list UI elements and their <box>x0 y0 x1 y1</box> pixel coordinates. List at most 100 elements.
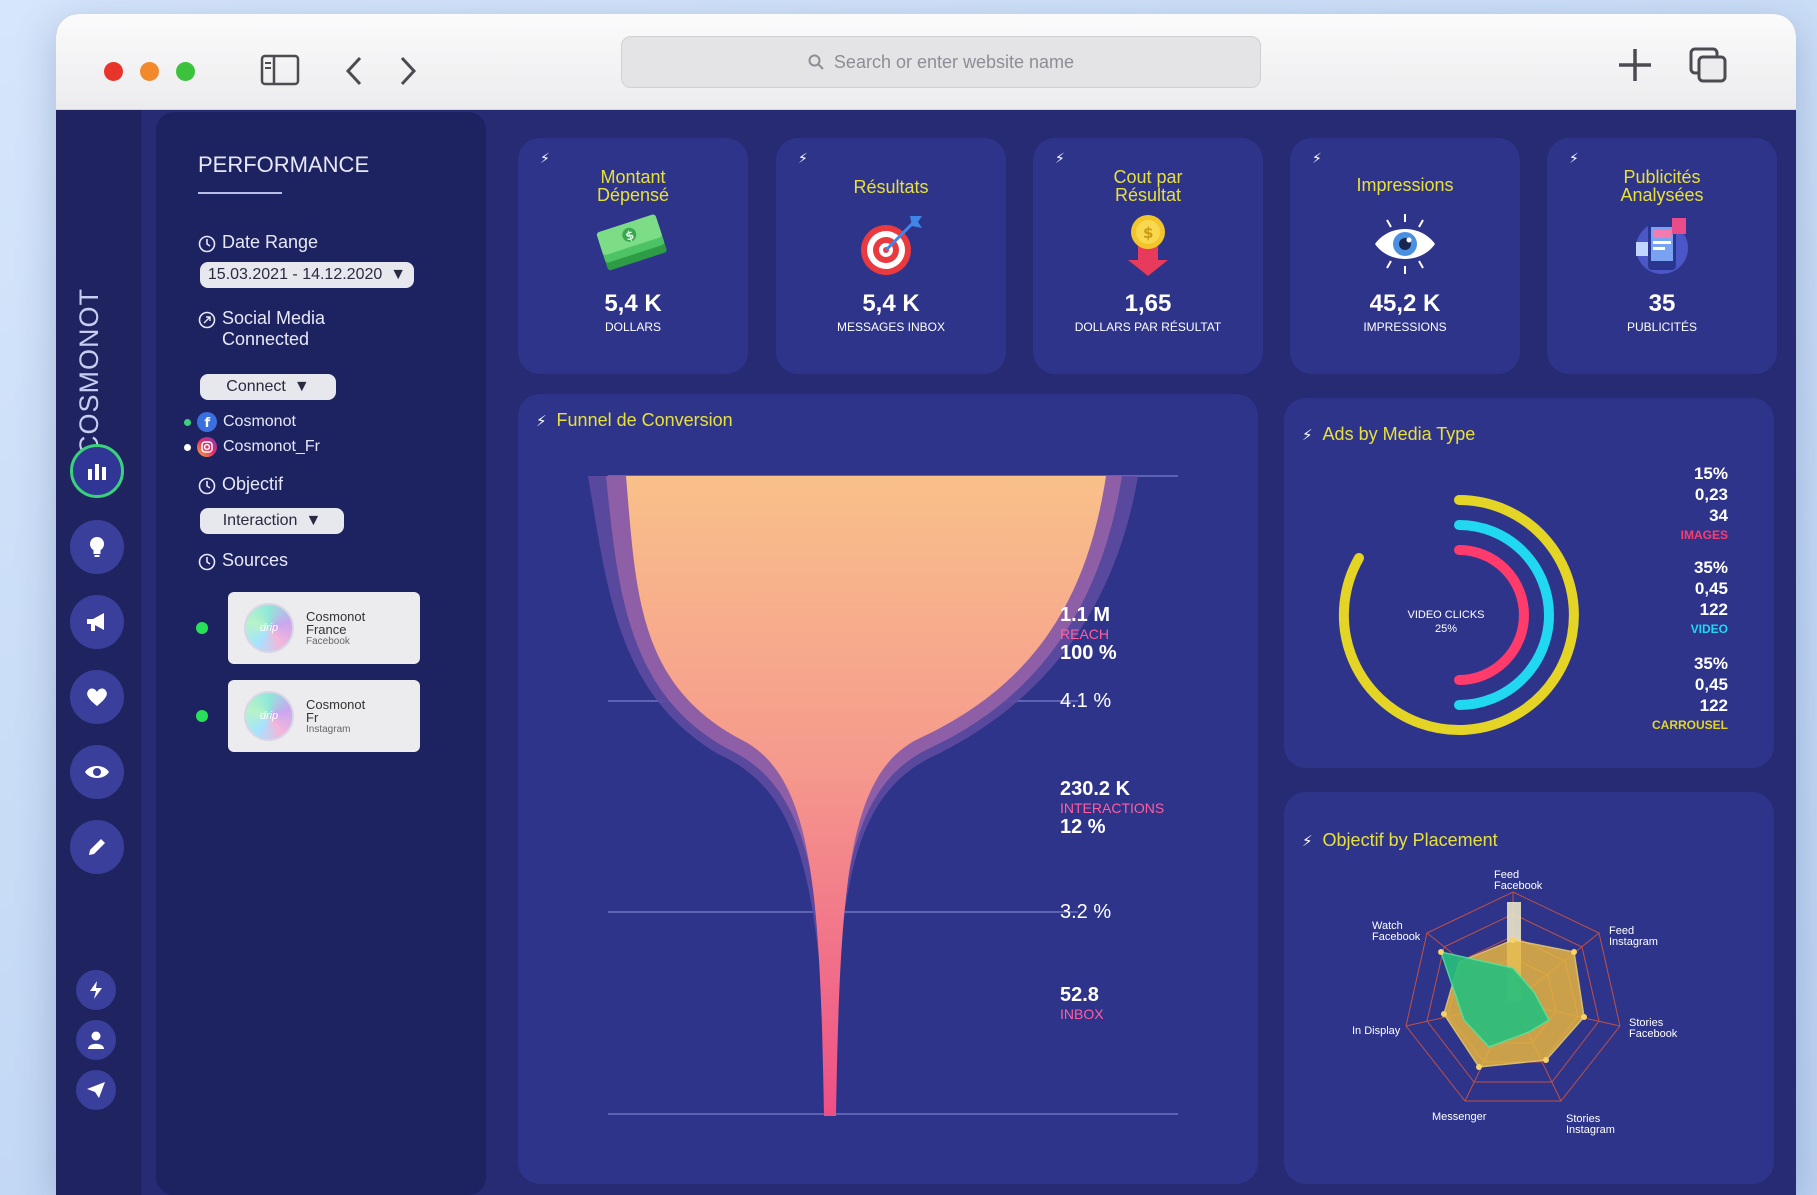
kpi-card-amount-spent[interactable]: ⚡ Montant Dépensé $ 5,4 K DOLLARS <box>518 138 748 374</box>
nav-view-button[interactable] <box>70 745 124 799</box>
radar-point <box>1438 949 1444 955</box>
icon-rail: COSMONOT <box>56 110 141 1195</box>
source-status-dot <box>196 710 208 722</box>
paper-plane-icon <box>87 1082 105 1098</box>
heart-icon <box>87 688 107 706</box>
radar-point <box>1571 949 1577 955</box>
clock-icon <box>198 235 216 253</box>
kpi-card-results[interactable]: ⚡ Résultats 5,4 K MESSAGES INBOX <box>776 138 1006 374</box>
radar-point <box>1510 937 1516 943</box>
source-card-instagram[interactable]: drip Cosmonot Fr Instagram <box>228 680 420 752</box>
coin-down-icon: $ <box>1033 212 1263 282</box>
performance-sidebar: PERFORMANCE Date Range 15.03.2021 - 14.1… <box>156 112 486 1195</box>
connect-dropdown[interactable]: Connect ▼ <box>200 374 336 400</box>
megaphone-icon <box>87 613 104 631</box>
radar-label-stories-facebook: Stories Facebook <box>1629 1017 1678 1040</box>
legend-images-v1: 0,23 <box>1694 485 1728 504</box>
radar-label-stories-instagram: Stories Instagram <box>1566 1113 1615 1136</box>
placement-radar-chart <box>1405 891 1621 1102</box>
user-icon <box>88 1031 104 1049</box>
nav-send-button[interactable] <box>76 1070 116 1110</box>
svg-text:f: f <box>205 416 211 431</box>
svg-text:$: $ <box>1143 224 1153 242</box>
money-icon: $ <box>518 212 748 282</box>
legend-images-pct: 15% <box>1693 464 1728 483</box>
account-item-instagram[interactable]: Cosmonot_Fr <box>184 437 320 457</box>
funnel-reach-value: 1.1 M <box>1060 604 1111 626</box>
funnel-chart <box>588 475 1178 1116</box>
pencil-icon <box>89 839 105 855</box>
bar-chart-icon <box>88 464 106 480</box>
lightning-icon: ⚡ <box>1312 150 1322 166</box>
lightning-icon: ⚡ <box>540 150 550 166</box>
radar-point <box>1441 1011 1447 1017</box>
nav-activity-button[interactable] <box>76 970 116 1010</box>
address-bar[interactable]: Search or enter website name <box>621 36 1261 88</box>
funnel-reach-pct: 100 % <box>1060 642 1117 664</box>
radar-label-messenger: Messenger <box>1432 1111 1487 1123</box>
browser-window: Search or enter website name COSMONOT PE… <box>56 14 1796 1195</box>
date-range-label: Date Range <box>198 232 318 253</box>
new-tab-plus-icon[interactable] <box>1616 46 1654 89</box>
lightbulb-icon <box>90 537 104 557</box>
dropdown-caret-icon: ▼ <box>390 266 407 283</box>
forward-arrow-icon[interactable] <box>396 54 420 93</box>
nav-ideas-button[interactable] <box>70 520 124 574</box>
legend-carrousel-v1: 0,45 <box>1694 675 1728 694</box>
funnel-interactions-pct: 12 % <box>1060 816 1106 838</box>
clock-icon <box>198 553 216 571</box>
legend-video-v2: 122 <box>1699 600 1728 619</box>
funnel-shape <box>626 476 1106 1116</box>
radar-label-watch-facebook: Watch Facebook <box>1372 920 1421 943</box>
funnel-interactions-label: INTERACTIONS <box>1060 800 1165 816</box>
close-window-button[interactable] <box>104 62 123 81</box>
lightning-icon: ⚡ <box>1055 150 1065 166</box>
instagram-icon <box>197 437 217 457</box>
funnel-rate-2: 3.2 % <box>1060 901 1112 923</box>
tabs-overview-icon[interactable] <box>1688 46 1728 89</box>
lightning-icon: ⚡ <box>1569 150 1579 166</box>
address-placeholder: Search or enter website name <box>833 51 1075 72</box>
nav-campaigns-button[interactable] <box>70 595 124 649</box>
date-range-dropdown[interactable]: 15.03.2021 - 14.12.2020 ▼ <box>200 262 414 288</box>
account-item-facebook[interactable]: f Cosmonot <box>184 412 296 432</box>
objectif-label: Objectif <box>198 474 283 495</box>
nav-favorites-button[interactable] <box>70 670 124 724</box>
funnel-interactions-value: 230.2 K <box>1060 778 1131 800</box>
nav-edit-button[interactable] <box>70 820 124 874</box>
funnel-inbox-value: 52.8 <box>1060 984 1099 1006</box>
legend-images-v2: 34 <box>1709 506 1728 525</box>
social-media-label: Social Media Connected <box>198 308 325 349</box>
ads-media-panel: ⚡ Ads by Media Type VIDEO CLICKS 25% 15%… <box>1284 398 1774 768</box>
legend-carrousel-cat: CARROUSEL <box>1651 718 1728 732</box>
sidebar-title: PERFORMANCE <box>198 152 370 177</box>
maximize-window-button[interactable] <box>176 62 195 81</box>
eye-icon <box>1290 212 1520 282</box>
funnel-panel: ⚡ Funnel de Conversion 1.1 M REACH 100 %… <box>518 394 1258 1184</box>
kpi-card-impressions[interactable]: ⚡ Impressions 45,2 K IMPRESSIONS <box>1290 138 1520 374</box>
kpi-card-ads-analyzed[interactable]: ⚡ Publicités Analysées 35 PUBLICITÉS <box>1547 138 1777 374</box>
lightning-icon: ⚡ <box>798 150 808 166</box>
minimize-window-button[interactable] <box>140 62 159 81</box>
facebook-icon: f <box>197 412 217 432</box>
nav-profile-button[interactable] <box>76 1020 116 1060</box>
funnel-rate-1: 4.1 % <box>1060 690 1112 712</box>
eye-icon <box>85 766 109 778</box>
radar-point <box>1581 1014 1587 1020</box>
funnel-reach-label: REACH <box>1060 626 1110 642</box>
radar-point <box>1543 1057 1549 1063</box>
legend-carrousel-pct: 35% <box>1693 654 1728 673</box>
kpi-card-cost-per-result[interactable]: ⚡ Cout par Résultat $ 1,65 DOLLARS PAR RÉ… <box>1033 138 1263 374</box>
sidebar-toggle-icon[interactable] <box>260 54 300 91</box>
browser-toolbar: Search or enter website name <box>56 14 1796 110</box>
back-arrow-icon[interactable] <box>342 54 366 93</box>
dropdown-caret-icon: ▼ <box>293 378 310 395</box>
clock-icon <box>198 477 216 495</box>
dropdown-caret-icon: ▼ <box>305 512 322 529</box>
link-circle-icon <box>198 311 216 329</box>
nav-analytics-button[interactable] <box>70 444 124 498</box>
funnel-inbox-label: INBOX <box>1060 1006 1104 1022</box>
sources-label: Sources <box>198 550 288 571</box>
source-card-facebook[interactable]: drip Cosmonot France Facebook <box>228 592 420 664</box>
objectif-dropdown[interactable]: Interaction ▼ <box>200 508 344 534</box>
